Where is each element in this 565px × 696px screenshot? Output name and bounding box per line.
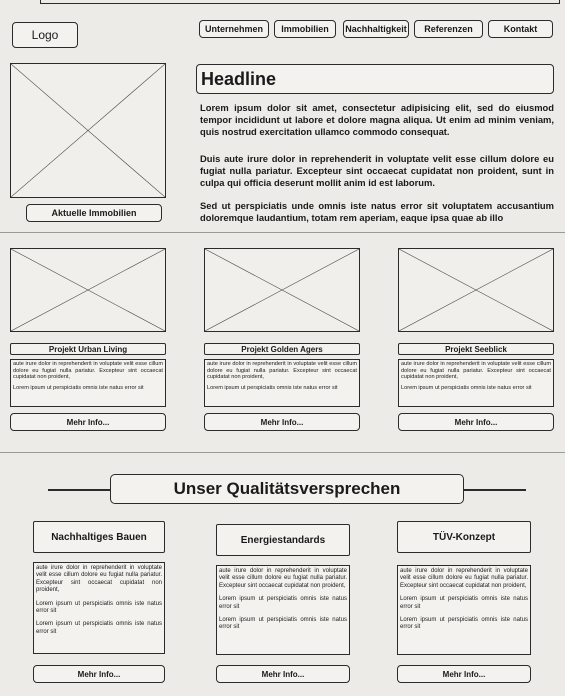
quality-column-text: aute irure dolor in reprehenderit in vol… <box>397 565 531 655</box>
quality-column-text: aute irure dolor in reprehenderit in vol… <box>216 565 350 655</box>
top-frame-edge <box>40 0 560 4</box>
quality-text: Lorem ipsum ut perspiciatis omnis iste n… <box>36 621 162 635</box>
more-info-button[interactable]: Mehr Info... <box>33 665 165 683</box>
nav-item-referenzen[interactable]: Referenzen <box>414 20 483 38</box>
quality-text: Lorem ipsum ut perspiciatis omnis iste n… <box>219 617 347 631</box>
current-properties-button[interactable]: Aktuelle Immobilien <box>26 204 162 222</box>
hero-paragraph: Sed ut perspiciatis unde omnis iste natu… <box>200 200 554 224</box>
quality-heading: Unser Qualitätsversprechen <box>110 474 464 504</box>
heading-rule-left <box>48 489 110 491</box>
project-image-placeholder <box>204 248 360 332</box>
project-description: aute irure dolor in reprehenderit in vol… <box>204 359 360 407</box>
quality-text: aute irure dolor in reprehenderit in vol… <box>36 565 162 594</box>
hero-paragraph: Duis aute irure dolor in reprehenderit i… <box>200 153 554 189</box>
nav-item-nachhaltigkeit[interactable]: Nachhaltigkeit <box>343 20 409 38</box>
nav-item-immobilien[interactable]: Immobilien <box>274 20 336 38</box>
quality-text: aute irure dolor in reprehenderit in vol… <box>400 568 528 589</box>
heading-rule-right <box>464 489 526 491</box>
project-text: aute irure dolor in reprehenderit in vol… <box>401 361 551 381</box>
project-text: Lorem ipsum ut perspiciatis omnis iste n… <box>401 384 532 391</box>
quality-text: Lorem ipsum ut perspiciatis omnis iste n… <box>400 617 528 631</box>
project-text: Lorem ipsum ut perspiciatis omnis iste n… <box>207 384 338 391</box>
project-image-placeholder <box>10 248 166 332</box>
project-description: aute irure dolor in reprehenderit in vol… <box>10 359 166 407</box>
more-info-button[interactable]: Mehr Info... <box>397 665 531 683</box>
section-divider <box>0 452 565 453</box>
section-divider <box>0 232 565 233</box>
quality-text: Lorem ipsum ut perspiciatis omnis iste n… <box>219 596 347 610</box>
nav-item-unternehmen[interactable]: Unternehmen <box>199 20 269 38</box>
project-text: aute irure dolor in reprehenderit in vol… <box>207 361 357 381</box>
project-description: aute irure dolor in reprehenderit in vol… <box>398 359 554 407</box>
logo[interactable]: Logo <box>12 22 78 48</box>
hero-paragraph: Lorem ipsum dolor sit amet, consectetur … <box>200 102 554 138</box>
project-title: Projekt Seeblick <box>398 343 554 355</box>
project-text: Lorem ipsum ut perspiciatis omnis iste n… <box>13 384 144 391</box>
quality-column-text: aute irure dolor in reprehenderit in vol… <box>33 562 165 654</box>
project-title: Projekt Golden Agers <box>204 343 360 355</box>
quality-text: aute irure dolor in reprehenderit in vol… <box>219 568 347 589</box>
quality-column-title: Energiestandards <box>216 524 350 556</box>
more-info-button[interactable]: Mehr Info... <box>216 665 350 683</box>
more-info-button[interactable]: Mehr Info... <box>398 413 554 431</box>
nav-item-kontakt[interactable]: Kontakt <box>488 20 553 38</box>
quality-text: Lorem ipsum ut perspiciatis omnis iste n… <box>400 596 528 610</box>
page-headline: Headline <box>196 64 554 94</box>
quality-column-title: TÜV-Konzept <box>397 521 531 553</box>
project-image-placeholder <box>398 248 554 332</box>
more-info-button[interactable]: Mehr Info... <box>10 413 166 431</box>
project-text: aute irure dolor in reprehenderit in vol… <box>13 361 163 381</box>
hero-image-placeholder <box>10 63 166 198</box>
quality-column-title: Nachhaltiges Bauen <box>33 521 165 553</box>
project-title: Projekt Urban Living <box>10 343 166 355</box>
more-info-button[interactable]: Mehr Info... <box>204 413 360 431</box>
quality-text: Lorem ipsum ut perspiciatis omnis iste n… <box>36 600 162 615</box>
